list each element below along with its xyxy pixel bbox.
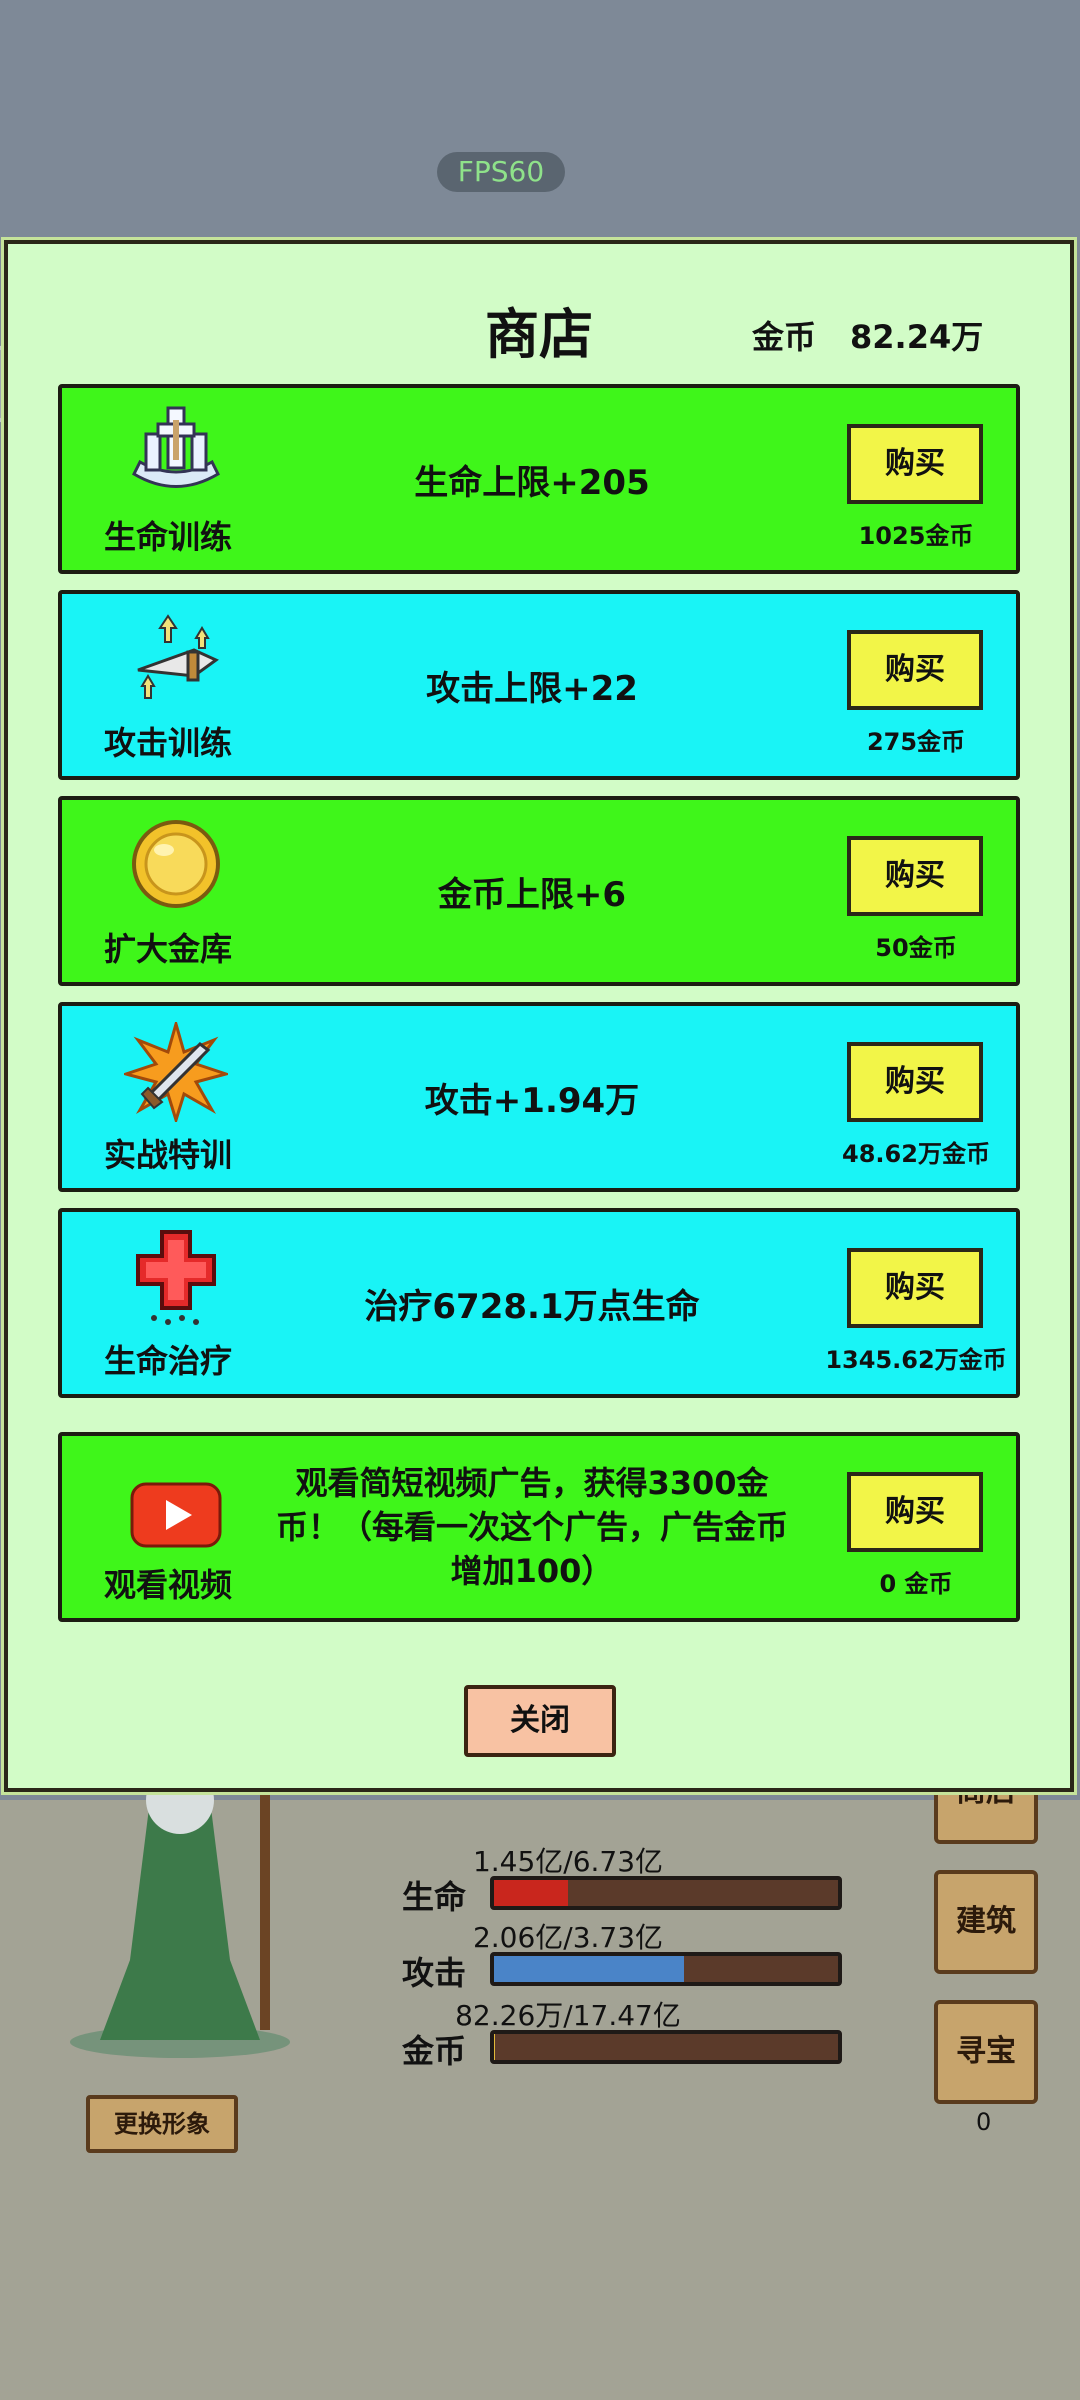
treasure-count: 0 [976, 2108, 992, 2136]
item-price: 50金币 [875, 934, 957, 962]
healing-cross-icon [136, 1230, 216, 1325]
build-button[interactable]: 建筑 [934, 1870, 1038, 1974]
life-bar [490, 1876, 842, 1910]
attack-value: 2.06亿/3.73亿 [472, 1921, 664, 1954]
shop-item-combat-training: 实战特训 攻击+1.94万 购买 48.62万金币 [58, 1002, 1020, 1192]
buy-button[interactable]: 购买 [847, 836, 983, 916]
treasure-button[interactable]: 寻宝 [934, 2000, 1038, 2104]
change-look-button[interactable]: 更换形象 [86, 2095, 238, 2153]
shop-item-watch-video: 观看视频 观看简短视频广告，获得3300金币！（每看一次这个广告，广告金币增加1… [58, 1432, 1020, 1622]
item-name: 攻击训练 [104, 724, 233, 762]
item-desc: 生命上限+205 [414, 462, 650, 503]
item-price: 48.62万金币 [842, 1140, 990, 1168]
item-price: 1025金币 [858, 522, 974, 550]
attack-bar-fill [494, 1956, 684, 1982]
gold-coin-icon [132, 820, 220, 908]
shop-item-life-training: 生命训练 生命上限+205 购买 1025金币 [58, 384, 1020, 574]
life-value: 1.45亿/6.73亿 [472, 1845, 664, 1878]
item-desc: 攻击+1.94万 [424, 1080, 640, 1121]
shop-item-expand-vault: 扩大金库 金币上限+6 购买 50金币 [58, 796, 1020, 986]
life-training-icon [132, 406, 220, 488]
item-desc: 金币上限+6 [437, 874, 627, 915]
buy-button[interactable]: 购买 [847, 1042, 983, 1122]
close-button[interactable]: 关闭 [464, 1685, 616, 1757]
item-price: 0 金币 [879, 1570, 953, 1598]
shop-title: 商店 [485, 303, 593, 366]
buy-button[interactable]: 购买 [847, 424, 983, 504]
gold-stat-value: 82.26万/17.47亿 [455, 1999, 681, 2032]
item-name: 生命训练 [104, 518, 233, 556]
shop-item-healing: 生命治疗 治疗6728.1万点生命 购买 1345.62万金币 [58, 1208, 1020, 1398]
item-price: 1345.62万金币 [825, 1346, 1007, 1374]
life-bar-fill [494, 1880, 568, 1906]
shop-item-attack-training: 攻击训练 攻击上限+22 购买 275金币 [58, 590, 1020, 780]
item-desc: 攻击上限+22 [426, 668, 638, 709]
gold-bar [490, 2030, 842, 2064]
item-desc: 治疗6728.1万点生命 [364, 1286, 700, 1327]
item-name: 实战特训 [104, 1136, 233, 1174]
attack-training-icon [137, 614, 219, 699]
attack-bar [490, 1952, 842, 1986]
buy-button[interactable]: 购买 [847, 630, 983, 710]
gold-label: 金币 [752, 318, 817, 356]
buy-button[interactable]: 购买 [847, 1472, 983, 1552]
video-play-icon [130, 1482, 222, 1548]
item-name: 生命治疗 [104, 1342, 233, 1380]
item-name: 扩大金库 [104, 930, 233, 968]
gold-value: 82.24万 [850, 318, 984, 356]
buy-button[interactable]: 购买 [847, 1248, 983, 1328]
item-price: 275金币 [866, 728, 966, 756]
fps-counter: FPS60 [437, 152, 565, 192]
character-avatar [70, 1766, 290, 2058]
combat-training-icon [124, 1022, 228, 1122]
item-desc: 观看简短视频广告，获得3300金币！（每看一次这个广告，广告金币增加100） [275, 1464, 788, 1590]
item-name: 观看视频 [104, 1566, 233, 1604]
